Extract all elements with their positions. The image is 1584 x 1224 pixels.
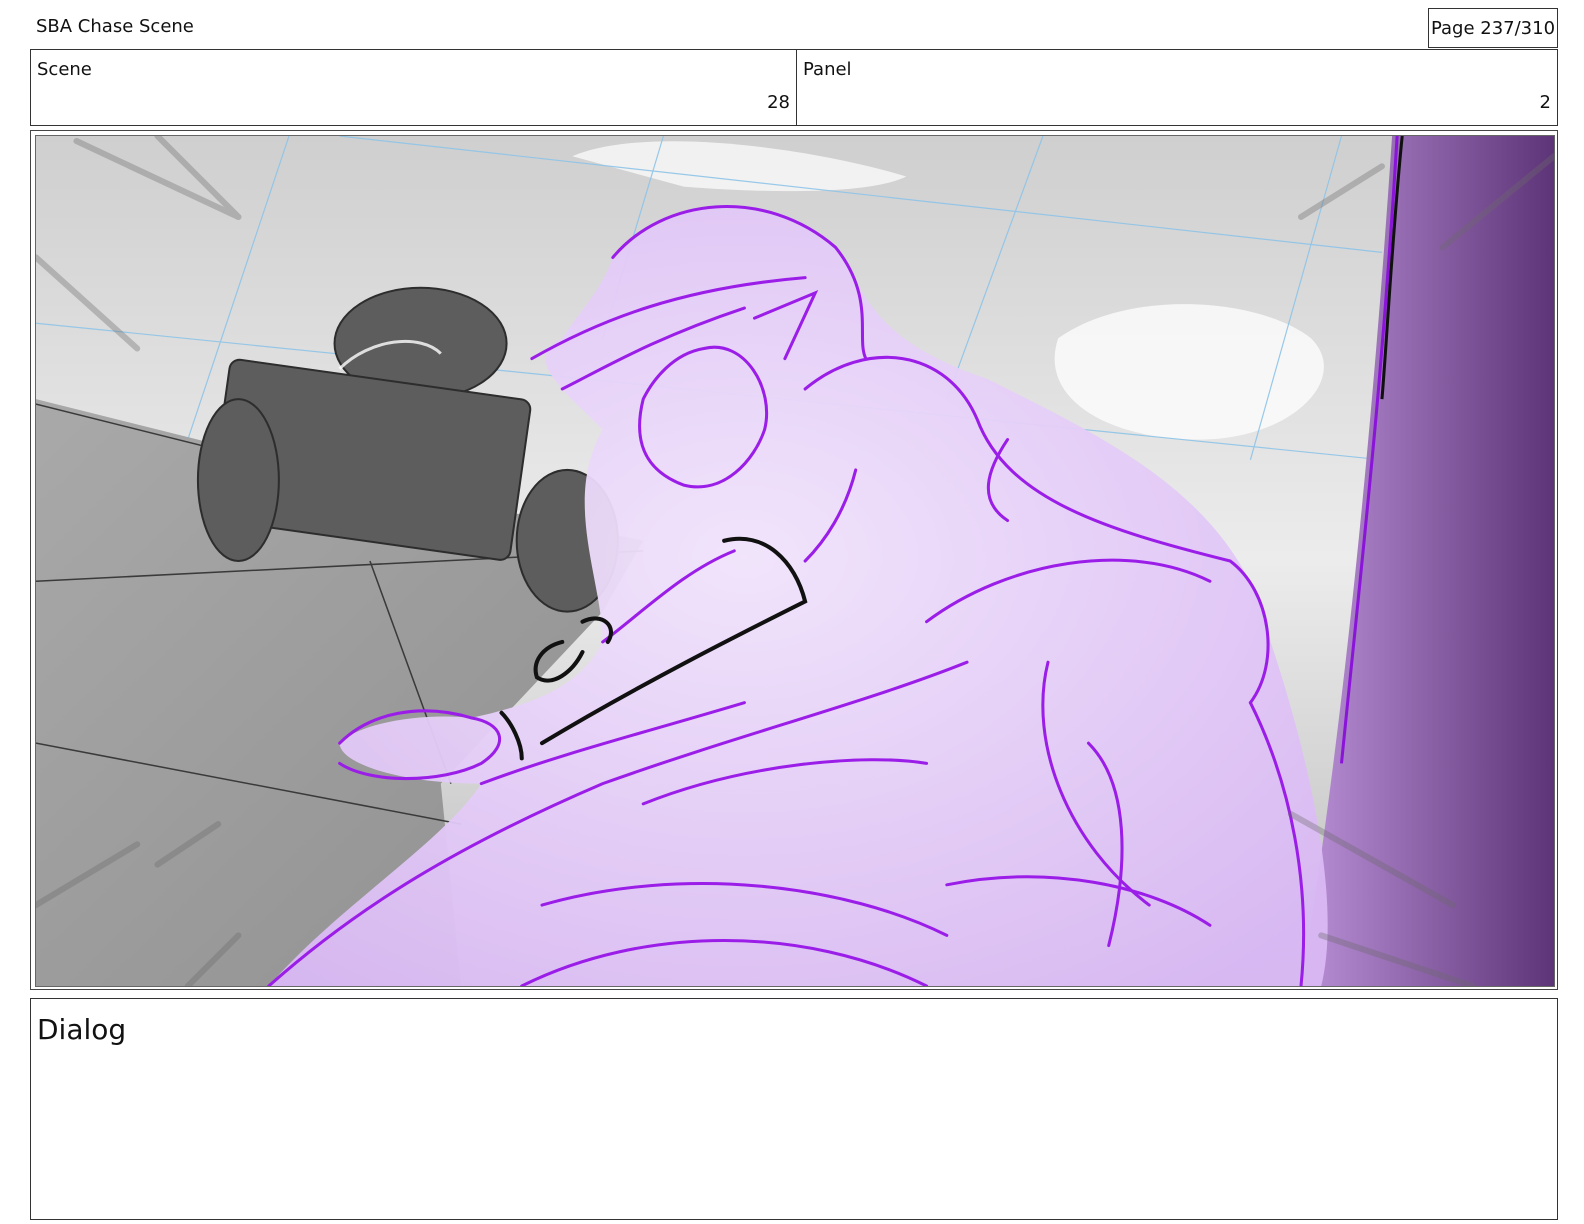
storyboard-sketch-illustration xyxy=(36,136,1554,986)
storyboard-panel-frame xyxy=(30,130,1558,990)
document-title: SBA Chase Scene xyxy=(36,16,194,37)
scene-label: Scene xyxy=(37,59,92,80)
scene-cell: Scene 28 xyxy=(31,50,797,125)
panel-number: 2 xyxy=(1539,92,1551,113)
dialog-box: Dialog xyxy=(30,998,1558,1220)
scene-number: 28 xyxy=(767,92,790,113)
dialog-label: Dialog xyxy=(37,1013,127,1046)
panel-cell: Panel 2 xyxy=(797,50,1557,125)
page-indicator: Page 237/310 xyxy=(1428,8,1558,48)
storyboard-panel-image xyxy=(35,135,1555,987)
panel-label: Panel xyxy=(803,59,852,80)
scene-panel-info: Scene 28 Panel 2 xyxy=(30,49,1558,126)
